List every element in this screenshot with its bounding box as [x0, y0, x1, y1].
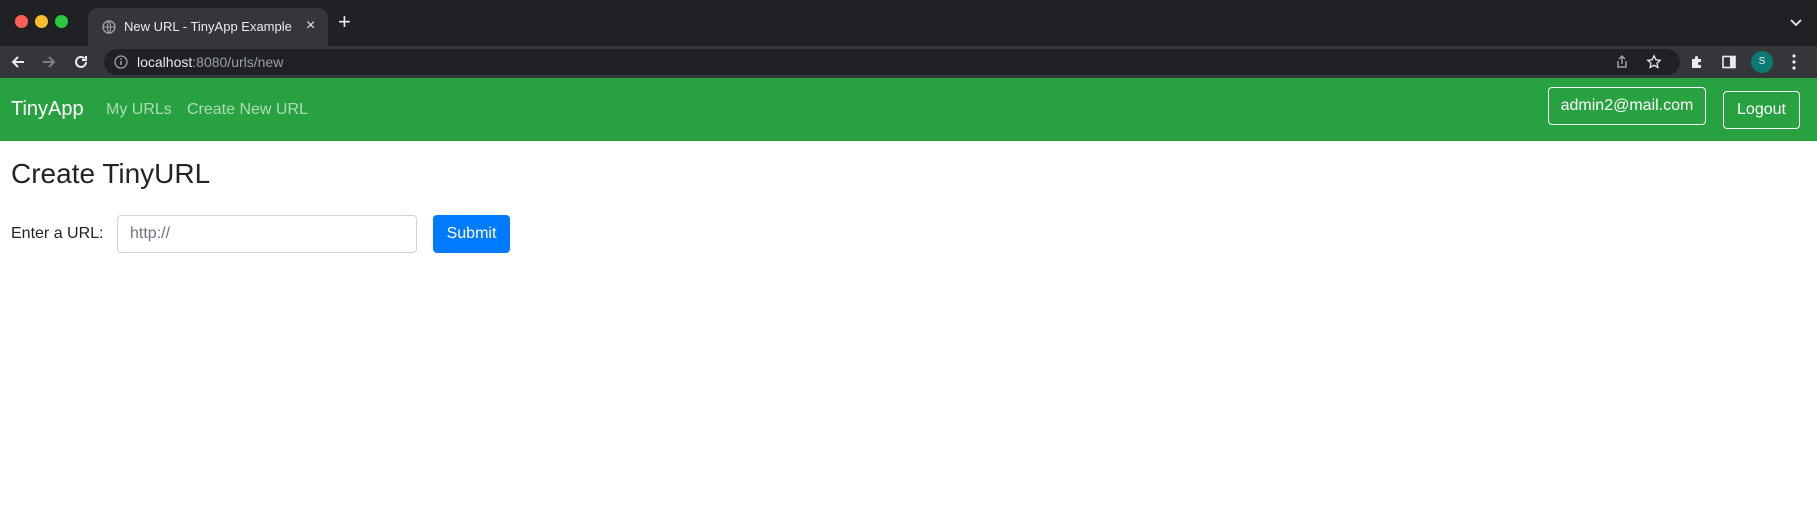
- url-path: :8080/urls/new: [192, 54, 284, 70]
- logout-button[interactable]: Logout: [1723, 91, 1800, 129]
- browser-toolbar: localhost:8080/urls/new S: [0, 46, 1817, 78]
- kebab-menu-icon[interactable]: [1791, 53, 1797, 71]
- tab-title: New URL - TinyApp Example: [124, 19, 292, 34]
- info-icon[interactable]: [114, 55, 128, 69]
- nav-link-create-new-url[interactable]: Create New URL: [187, 101, 308, 119]
- star-icon[interactable]: [1646, 54, 1662, 70]
- url-input[interactable]: [117, 215, 417, 253]
- url-host: localhost: [137, 54, 193, 70]
- extensions-puzzle-icon[interactable]: [1689, 54, 1705, 70]
- site-navbar: TinyApp My URLs Create New URL admin2@ma…: [0, 78, 1817, 141]
- globe-icon: [102, 20, 116, 34]
- reload-icon[interactable]: [71, 52, 91, 72]
- url-label: Enter a URL:: [11, 225, 104, 242]
- address-url: localhost:8080/urls/new: [137, 54, 283, 70]
- page-title: Create TinyURL: [11, 158, 211, 189]
- address-bar[interactable]: localhost:8080/urls/new: [104, 49, 1680, 75]
- brand-link[interactable]: TinyApp: [11, 98, 84, 121]
- maximize-window-button[interactable]: [55, 15, 68, 28]
- chevron-down-icon[interactable]: [1788, 14, 1804, 30]
- submit-button[interactable]: Submit: [433, 215, 510, 253]
- user-email-button[interactable]: admin2@mail.com: [1548, 87, 1706, 125]
- close-window-button[interactable]: [15, 15, 28, 28]
- back-arrow-icon[interactable]: [8, 52, 28, 72]
- profile-avatar[interactable]: S: [1751, 51, 1773, 73]
- minimize-window-button[interactable]: [35, 15, 48, 28]
- browser-tab-bar: New URL - TinyApp Example × +: [0, 0, 1817, 46]
- share-icon[interactable]: [1614, 54, 1630, 70]
- side-panel-icon[interactable]: [1721, 54, 1737, 70]
- tab-close-icon[interactable]: ×: [306, 16, 315, 36]
- nav-link-my-urls[interactable]: My URLs: [106, 101, 172, 119]
- new-tab-button[interactable]: +: [338, 11, 351, 33]
- browser-tab[interactable]: New URL - TinyApp Example ×: [88, 8, 328, 46]
- forward-arrow-icon[interactable]: [39, 52, 59, 72]
